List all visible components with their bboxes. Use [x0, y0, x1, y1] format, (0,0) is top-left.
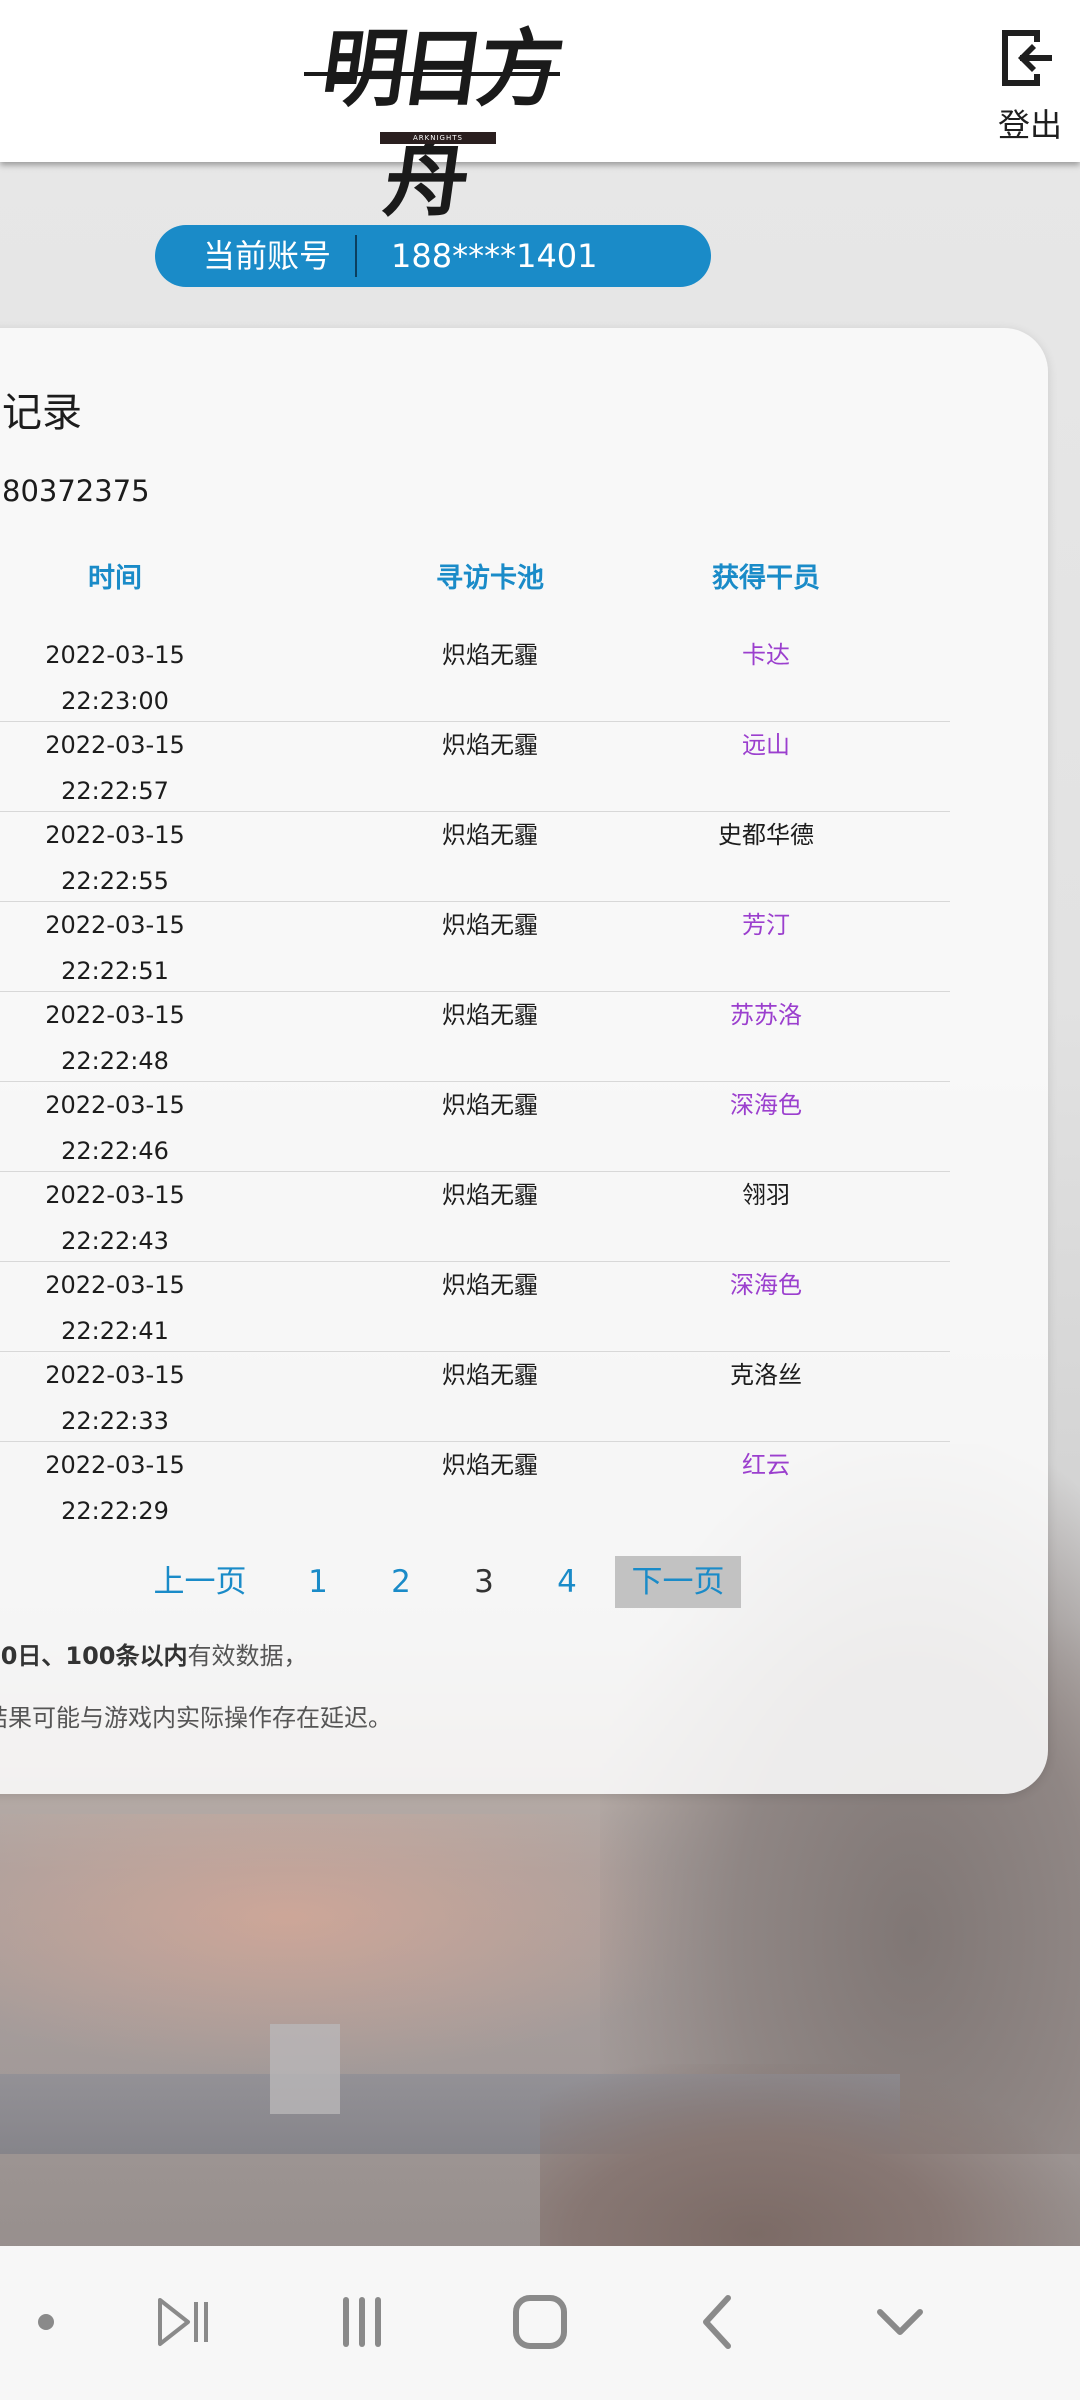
cell-time: 2022-03-15 22:22:57 — [45, 731, 185, 805]
cell-pool: 炽焰无霾 — [442, 1451, 538, 1479]
table-row: 2022-03-15 22:22:29 炽焰无霾 红云 — [0, 1442, 950, 1531]
cell-time: 2022-03-15 22:22:41 — [45, 1271, 185, 1345]
note-line-1: 询30日、100条以内有效数据， — [0, 1636, 308, 1671]
logo-subtext: ARKNIGHTS — [380, 132, 496, 144]
table-row: 2022-03-15 22:22:48 炽焰无霾 苏苏洛 — [0, 992, 950, 1082]
column-header-pool: 寻访卡池 — [436, 563, 544, 594]
cell-operator: 深海色 — [730, 1271, 802, 1299]
page-button-4[interactable]: 4 — [539, 1556, 595, 1608]
cell-pool: 炽焰无霾 — [442, 821, 538, 849]
page-button-3-current[interactable]: 3 — [456, 1556, 512, 1608]
cell-time: 2022-03-15 22:22:33 — [45, 1361, 185, 1435]
table-row: 2022-03-15 22:22:51 炽焰无霾 芳汀 — [0, 902, 950, 992]
tower-silhouette — [270, 2024, 340, 2114]
play-pause-icon[interactable] — [152, 2292, 212, 2352]
page-button-1[interactable]: 1 — [290, 1556, 346, 1608]
cell-operator: 克洛丝 — [730, 1361, 802, 1389]
table-row: 2022-03-15 22:23:00 炽焰无霾 卡达 — [0, 632, 950, 722]
cell-pool: 炽焰无霾 — [442, 641, 538, 669]
cell-time: 2022-03-15 22:22:55 — [45, 821, 185, 895]
note-line-1-bold: 30日、100条以内 — [0, 1642, 188, 1670]
column-header-operator: 获得干员 — [712, 563, 820, 594]
recent-apps-icon[interactable] — [332, 2292, 392, 2352]
next-page-button[interactable]: 下一页 — [615, 1556, 741, 1608]
cell-operator: 史都华德 — [718, 821, 814, 849]
cell-time: 2022-03-15 22:22:43 — [45, 1181, 185, 1255]
pagination: 上一页 1 2 3 4 下一页 — [0, 1556, 1048, 1608]
account-value: 188****1401 — [391, 237, 598, 275]
table-row: 2022-03-15 22:22:33 炽焰无霾 克洛丝 — [0, 1352, 950, 1442]
logo: 明日方舟 ARKNIGHTS — [300, 14, 564, 228]
cell-pool: 炽焰无霾 — [442, 911, 538, 939]
cell-operator: 翎羽 — [742, 1181, 790, 1209]
logout-icon — [1002, 30, 1052, 86]
dot-icon[interactable] — [16, 2292, 76, 2352]
rocks — [540, 2064, 1080, 2246]
logout-label: 登出 — [997, 106, 1062, 144]
card-uid: 80372375 — [2, 474, 150, 508]
cell-pool: 炽焰无霾 — [442, 731, 538, 759]
table-header: 时间 寻访卡池 获得干员 — [0, 556, 960, 602]
account-badge: 当前账号 188****1401 — [155, 225, 711, 287]
account-divider — [355, 235, 357, 277]
card-title: 记录 — [2, 390, 82, 436]
table-row: 2022-03-15 22:22:41 炽焰无霾 深海色 — [0, 1262, 950, 1352]
home-icon[interactable] — [510, 2292, 570, 2352]
cell-time: 2022-03-15 22:22:48 — [45, 1001, 185, 1075]
cell-time: 2022-03-15 22:22:51 — [45, 911, 185, 985]
records-card: 记录 80372375 时间 寻访卡池 获得干员 2022-03-15 22:2… — [0, 328, 1048, 1794]
table-row: 2022-03-15 22:22:57 炽焰无霾 远山 — [0, 722, 950, 812]
cell-pool: 炽焰无霾 — [442, 1091, 538, 1119]
prev-page-button[interactable]: 上一页 — [140, 1556, 260, 1608]
cell-pool: 炽焰无霾 — [442, 1181, 538, 1209]
cell-operator: 卡达 — [742, 641, 790, 669]
account-label: 当前账号 — [203, 237, 332, 275]
back-icon[interactable] — [690, 2292, 750, 2352]
table-body: 2022-03-15 22:23:00 炽焰无霾 卡达 2022-03-15 2… — [0, 632, 950, 1531]
cell-operator: 苏苏洛 — [730, 1001, 802, 1029]
cell-pool: 炽焰无霾 — [442, 1271, 538, 1299]
cell-pool: 炽焰无霾 — [442, 1361, 538, 1389]
note-line-1-suffix: 有效数据， — [187, 1642, 308, 1670]
column-header-time: 时间 — [88, 563, 142, 594]
page-button-2[interactable]: 2 — [373, 1556, 429, 1608]
cell-time: 2022-03-15 22:22:46 — [45, 1091, 185, 1165]
table-row: 2022-03-15 22:22:55 炽焰无霾 史都华德 — [0, 812, 950, 902]
system-navigation-bar — [0, 2246, 1080, 2400]
logo-text: 明日方舟 — [315, 19, 564, 228]
table-row: 2022-03-15 22:22:46 炽焰无霾 深海色 — [0, 1082, 950, 1172]
cell-operator: 深海色 — [730, 1091, 802, 1119]
header: 明日方舟 ARKNIGHTS 登出 — [0, 0, 1080, 228]
cell-operator: 芳汀 — [742, 911, 790, 939]
table-row: 2022-03-15 22:22:43 炽焰无霾 翎羽 — [0, 1172, 950, 1262]
cell-operator: 远山 — [742, 731, 790, 759]
note-line-2: 询结果可能与游戏内实际操作存在延迟。 — [0, 1704, 392, 1732]
logout-button[interactable]: 登出 — [990, 24, 1070, 154]
cell-time: 2022-03-15 22:22:29 — [45, 1451, 185, 1525]
cell-time: 2022-03-15 22:23:00 — [45, 641, 185, 715]
cell-operator: 红云 — [742, 1451, 790, 1479]
cell-pool: 炽焰无霾 — [442, 1001, 538, 1029]
collapse-icon[interactable] — [870, 2292, 930, 2352]
